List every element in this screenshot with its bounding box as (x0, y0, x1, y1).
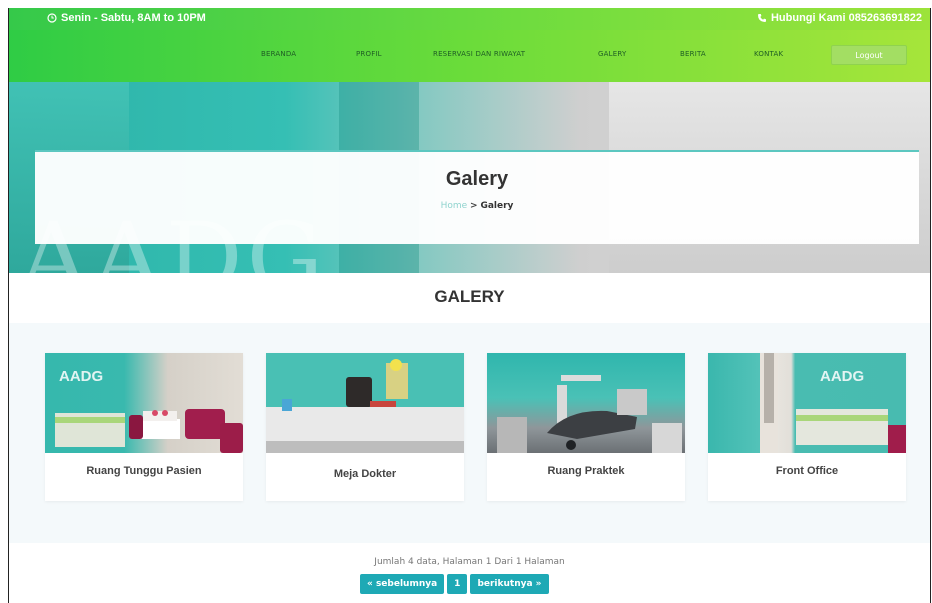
gallery-card[interactable]: AADG Front Office (708, 353, 906, 501)
pagination: « sebelumnya 1 berikutnya » (360, 574, 549, 594)
top-info-bar: Senin - Sabtu, 8AM to 10PM Hubungi Kami … (9, 8, 930, 30)
pagination-info: Jumlah 4 data, Halaman 1 Dari 1 Halaman (374, 557, 565, 567)
logout-button[interactable]: Logout (831, 45, 907, 65)
breadcrumb: Home > Galery (35, 201, 919, 211)
main-navbar: BERANDA PROFIL RESERVASI DAN RIWAYAT GAL… (9, 30, 930, 82)
nav-item-reservasi[interactable]: RESERVASI DAN RIWAYAT (433, 50, 525, 58)
gallery-caption: Ruang Tunggu Pasien (86, 465, 202, 477)
gallery-photo-front-office[interactable]: AADG (708, 353, 906, 453)
page-frame: Senin - Sabtu, 8AM to 10PM Hubungi Kami … (8, 8, 931, 603)
gallery-card[interactable]: Meja Dokter (266, 353, 464, 501)
gallery-card[interactable]: AADG Ruang Tunggu Pasien (45, 353, 243, 501)
breadcrumb-current: Galery (480, 201, 514, 211)
page-title: Galery (445, 168, 509, 190)
gallery-caption: Front Office (775, 465, 839, 477)
gallery-caption: Meja Dokter (333, 468, 397, 480)
breadcrumb-home-link[interactable]: Home (441, 201, 468, 211)
nav-item-berita[interactable]: BERITA (680, 50, 706, 58)
gallery-photo-practice-room[interactable] (487, 353, 685, 453)
nav-item-profil[interactable]: PROFIL (356, 50, 382, 58)
section-title: GALERY (9, 273, 930, 323)
contact-info: Hubungi Kami 085263691822 (757, 12, 922, 24)
gallery-photo-waiting-room[interactable]: AADG (45, 353, 243, 453)
page-1-button[interactable]: 1 (447, 574, 468, 594)
gallery-card[interactable]: Ruang Praktek (487, 353, 685, 501)
clinic-logo-text: AADG (59, 368, 103, 385)
nav-item-beranda[interactable]: BERANDA (261, 50, 296, 58)
clock-icon (47, 13, 57, 23)
hero-banner: AADG Galery Home > Galery (9, 82, 930, 273)
next-page-button[interactable]: berikutnya » (470, 574, 549, 594)
opening-hours-text: Senin - Sabtu, 8AM to 10PM (61, 12, 206, 24)
breadcrumb-separator: > (470, 201, 478, 211)
phone-icon (757, 14, 766, 22)
gallery-grid: AADG Ruang Tunggu Pasien Meja Dokter Rua… (9, 323, 930, 543)
clinic-logo-text: AADG (820, 368, 864, 385)
contact-text: Hubungi Kami 085263691822 (770, 12, 922, 24)
nav-item-kontak[interactable]: KONTAK (754, 50, 783, 58)
nav-item-galery[interactable]: GALERY (598, 50, 626, 58)
page-title-card: Galery Home > Galery (35, 150, 919, 244)
gallery-caption: Ruang Praktek (547, 465, 625, 477)
prev-page-button[interactable]: « sebelumnya (360, 574, 445, 594)
opening-hours: Senin - Sabtu, 8AM to 10PM (47, 12, 206, 24)
gallery-photo-doctor-desk[interactable] (266, 353, 464, 453)
